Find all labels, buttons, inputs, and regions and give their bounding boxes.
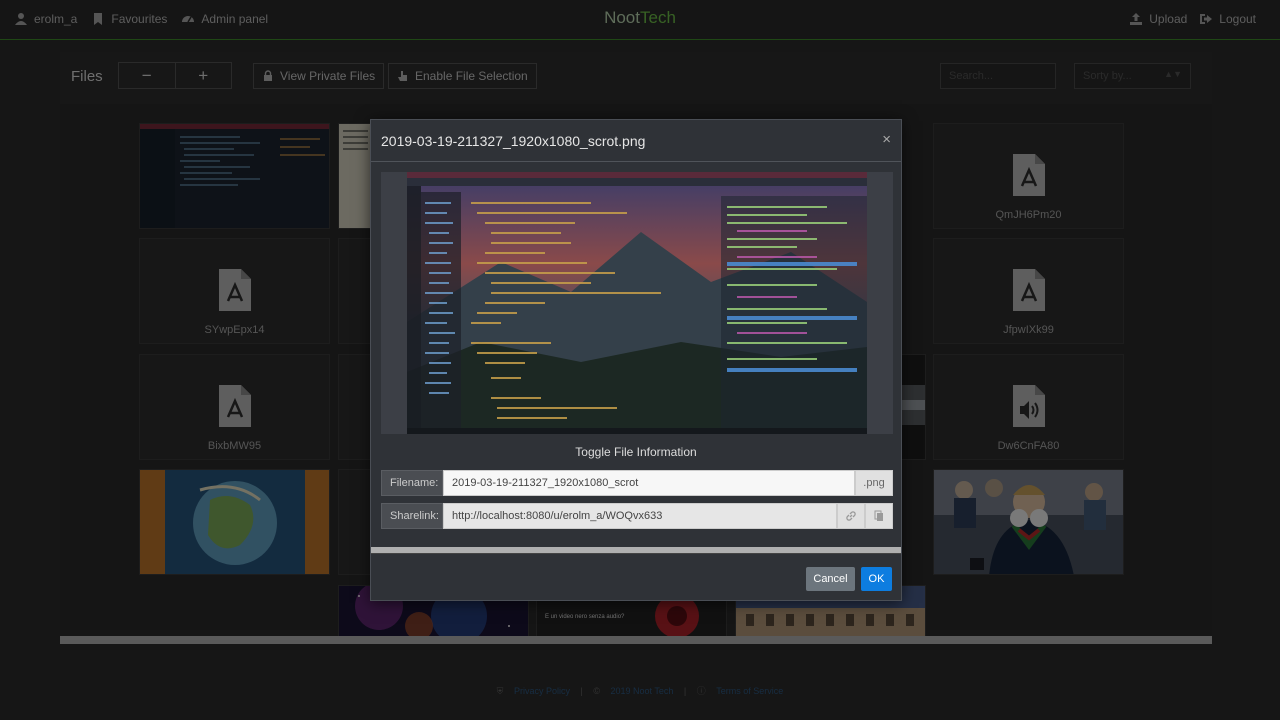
close-icon[interactable]: × [882, 131, 891, 148]
open-link-button[interactable] [837, 503, 865, 529]
filename-row: Filename: 2019-03-19-211327_1920x1080_sc… [381, 470, 893, 496]
file-preview-modal: 2019-03-19-211327_1920x1080_scrot.png × [370, 119, 902, 601]
sharelink-input[interactable]: http://localhost:8080/u/erolm_a/WOQvx633 [443, 503, 837, 529]
copy-icon [874, 510, 883, 521]
extension-addon: .png [855, 470, 893, 496]
link-icon [846, 511, 856, 521]
modal-title: 2019-03-19-211327_1920x1080_scrot.png [381, 133, 646, 149]
filename-input[interactable]: 2019-03-19-211327_1920x1080_scrot [443, 470, 855, 496]
screenshot-preview-image [381, 172, 893, 434]
image-preview [381, 172, 893, 434]
modal-footer: Cancel OK [371, 553, 901, 601]
filename-label: Filename: [381, 470, 443, 496]
modal-header: 2019-03-19-211327_1920x1080_scrot.png × [371, 120, 901, 162]
copy-link-button[interactable] [865, 503, 893, 529]
toggle-file-information-link[interactable]: Toggle File Information [371, 445, 901, 459]
sharelink-row: Sharelink: http://localhost:8080/u/erolm… [381, 503, 893, 529]
sharelink-label: Sharelink: [381, 503, 443, 529]
cancel-button[interactable]: Cancel [806, 567, 855, 591]
ok-button[interactable]: OK [861, 567, 892, 591]
